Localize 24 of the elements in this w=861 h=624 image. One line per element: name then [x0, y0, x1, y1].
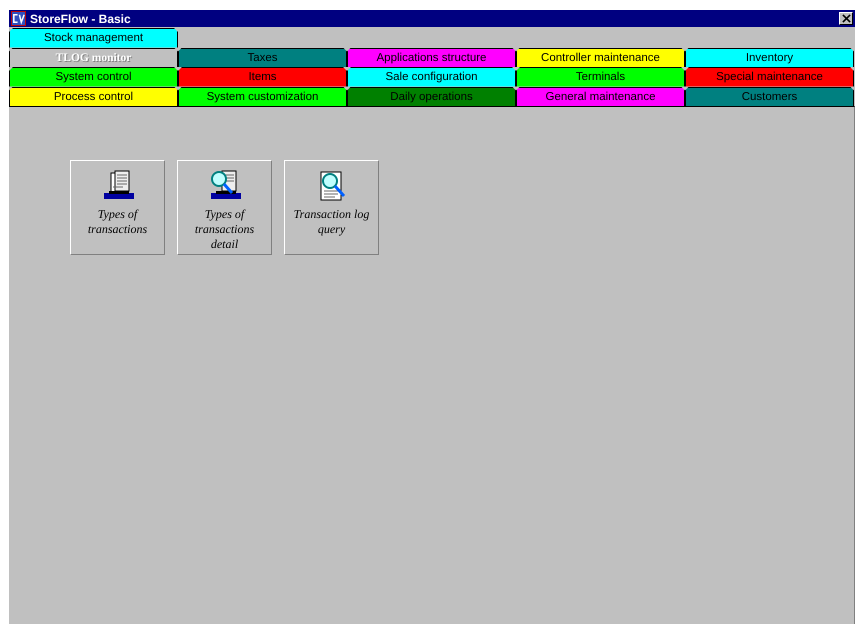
- transaction-tile[interactable]: Types of transactions: [70, 160, 165, 255]
- tile-label: Types of transactions: [86, 207, 148, 237]
- close-icon: [842, 14, 850, 23]
- tab[interactable]: Stock management: [9, 28, 178, 48]
- tab[interactable]: General maintenance: [516, 86, 685, 106]
- tab[interactable]: Terminals: [516, 67, 685, 86]
- tab[interactable]: Sale configuration: [347, 67, 516, 86]
- tab[interactable]: Controller maintenance: [516, 48, 685, 67]
- tab[interactable]: Applications structure: [347, 48, 516, 67]
- tab[interactable]: Taxes: [178, 48, 347, 67]
- tile-label: Transaction log query: [292, 207, 370, 237]
- tab[interactable]: Special maintenance: [685, 67, 854, 86]
- tab[interactable]: Process control: [9, 86, 178, 106]
- tab[interactable]: Inventory: [685, 48, 854, 67]
- transaction-tile[interactable]: Types of transactions detail: [177, 160, 272, 255]
- transaction-tile[interactable]: Transaction log query: [284, 160, 379, 255]
- window-title: StoreFlow - Basic: [30, 12, 132, 26]
- tab[interactable]: Daily operations: [347, 86, 516, 106]
- tab[interactable]: Items: [178, 67, 347, 86]
- close-button[interactable]: [839, 12, 853, 25]
- tile-label: Types of transactions detail: [194, 207, 256, 252]
- tab[interactable]: System customization: [178, 86, 347, 106]
- tab[interactable]: Customers: [685, 86, 854, 106]
- tab[interactable]: System control: [9, 67, 178, 86]
